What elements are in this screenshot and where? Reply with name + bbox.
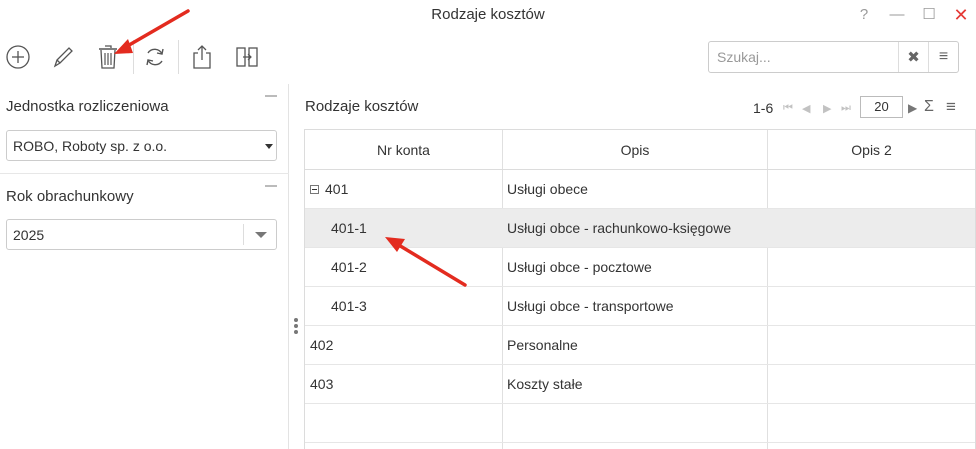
- column-header-opis[interactable]: Opis: [503, 130, 767, 170]
- menu-icon[interactable]: ≡: [946, 97, 956, 117]
- toolbar: ✖ ≡: [0, 36, 976, 80]
- page-size-arrow-icon[interactable]: ▶: [908, 101, 917, 115]
- split-view-button[interactable]: [231, 40, 263, 74]
- close-icon: ✖: [907, 49, 920, 66]
- edit-button[interactable]: [47, 40, 79, 74]
- search-menu-button[interactable]: ≡: [928, 42, 958, 72]
- cell-opis: Usługi obce - transportowe: [507, 298, 674, 314]
- minimize-icon[interactable]: —: [886, 4, 908, 26]
- export-icon: [193, 45, 211, 69]
- toolbar-separator: [178, 40, 179, 74]
- record-range: 1-6: [753, 100, 774, 116]
- search-box: ✖ ≡: [708, 41, 959, 73]
- sum-icon[interactable]: Σ: [924, 98, 934, 116]
- grid-header: Nr konta Opis Opis 2: [305, 130, 975, 170]
- unit-label: Jednostka rozliczeniowa: [6, 98, 169, 115]
- export-button[interactable]: [186, 40, 218, 74]
- section-divider: [0, 173, 289, 174]
- table-row[interactable]: 401-2 Usługi obce - pocztowe: [305, 248, 975, 287]
- delete-button[interactable]: [92, 40, 124, 74]
- search-input[interactable]: [709, 42, 898, 72]
- select-divider: [243, 224, 244, 245]
- caret-down-icon: [265, 144, 273, 149]
- table-row[interactable]: 401 Usługi obece: [305, 170, 975, 209]
- cell-nr-konta: 401-3: [331, 298, 367, 314]
- panel-splitter[interactable]: [294, 318, 298, 336]
- cell-nr-konta: 402: [310, 337, 334, 353]
- pencil-icon: [53, 47, 73, 68]
- year-select-value: 2025: [13, 227, 45, 243]
- cell-nr-konta: 401-2: [331, 259, 367, 275]
- collapse-section-button[interactable]: [265, 185, 277, 187]
- refresh-button[interactable]: [139, 40, 171, 74]
- year-label: Rok obrachunkowy: [6, 188, 134, 205]
- chevron-down-icon: [255, 232, 267, 238]
- cost-types-grid: Nr konta Opis Opis 2 401 Usługi obece 40…: [304, 129, 976, 449]
- cell-nr-konta: 401: [310, 170, 348, 209]
- menu-icon: ≡: [938, 48, 949, 65]
- cost-types-panel: Rodzaje kosztów 1-6 ⏮ ◀ ▶ ⏭ 20 ▶ Σ ≡ Nr …: [304, 84, 976, 449]
- title-bar: Rodzaje kosztów ? — ☐ ✕: [0, 0, 976, 32]
- pager: 1-6 ⏮ ◀ ▶ ⏭ 20 ▶ Σ ≡: [304, 96, 976, 120]
- column-header-opis-2[interactable]: Opis 2: [768, 130, 975, 170]
- clear-search-button[interactable]: ✖: [898, 42, 928, 72]
- table-row-selected[interactable]: 401-1 Usługi obce - rachunkowo-księgowe: [305, 209, 975, 248]
- help-icon[interactable]: ?: [853, 4, 875, 26]
- prev-page-icon[interactable]: ◀: [802, 102, 810, 115]
- cell-opis: Usługi obce - rachunkowo-księgowe: [507, 220, 732, 236]
- filter-panel: Jednostka rozliczeniowa ROBO, Roboty sp.…: [0, 84, 289, 449]
- unit-select[interactable]: ROBO, Roboty sp. z o.o.: [6, 130, 277, 161]
- refresh-icon: [146, 48, 164, 66]
- table-row-empty: [305, 404, 975, 443]
- close-icon[interactable]: ✕: [950, 4, 972, 26]
- table-row[interactable]: 403 Koszty stałe: [305, 365, 975, 404]
- cell-opis: Usługi obece: [507, 181, 588, 197]
- cell-nr-konta: 403: [310, 376, 334, 392]
- page-size-input[interactable]: 20: [860, 96, 903, 118]
- collapse-section-button[interactable]: [265, 95, 277, 97]
- add-button[interactable]: [2, 40, 34, 74]
- toolbar-separator: [133, 40, 134, 74]
- column-header-nr-konta[interactable]: Nr konta: [305, 130, 502, 170]
- table-row[interactable]: 402 Personalne: [305, 326, 975, 365]
- first-page-icon[interactable]: ⏮: [783, 102, 793, 115]
- unit-select-value: ROBO, Roboty sp. z o.o.: [13, 138, 168, 154]
- cell-opis: Usługi obce - pocztowe: [507, 259, 652, 275]
- maximize-icon[interactable]: ☐: [918, 4, 940, 26]
- cell-opis: Personalne: [507, 337, 578, 353]
- last-page-icon[interactable]: ⏭: [841, 102, 851, 115]
- plus-circle-icon: [6, 45, 30, 69]
- split-view-icon: [236, 47, 258, 67]
- trash-icon: [99, 45, 117, 69]
- cell-opis: Koszty stałe: [507, 376, 583, 392]
- next-page-icon[interactable]: ▶: [823, 102, 831, 115]
- app-window: Rodzaje kosztów ? — ☐ ✕ Szukaj... ✖ ≡ Je…: [0, 0, 976, 449]
- year-select[interactable]: 2025: [6, 219, 277, 250]
- window-title: Rodzaje kosztów: [431, 6, 545, 23]
- cell-nr-konta: 401-1: [331, 220, 367, 236]
- table-row[interactable]: 401-3 Usługi obce - transportowe: [305, 287, 975, 326]
- collapse-tree-icon[interactable]: [310, 184, 319, 194]
